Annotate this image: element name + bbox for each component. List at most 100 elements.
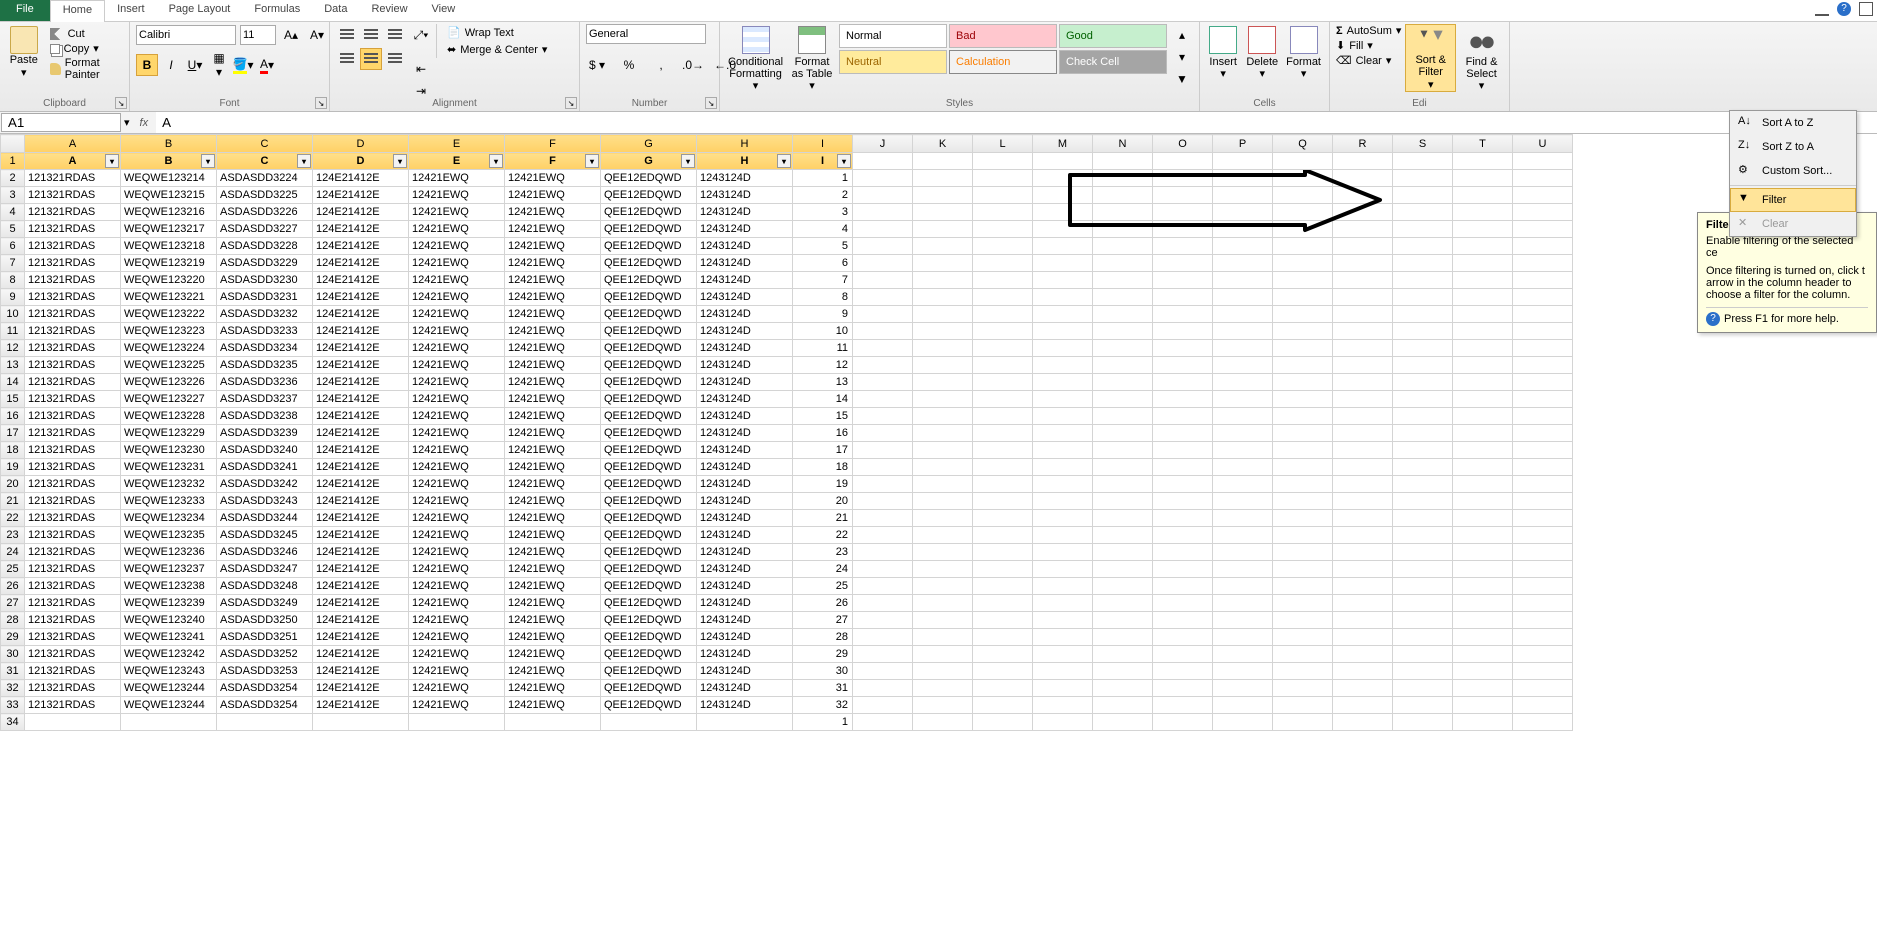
cell[interactable]: 30 (793, 663, 853, 680)
cell[interactable] (1153, 204, 1213, 221)
style-check-cell[interactable]: Check Cell (1059, 50, 1167, 74)
cell[interactable] (1093, 374, 1153, 391)
cell[interactable] (1093, 170, 1153, 187)
increase-font-button[interactable]: A▴ (280, 24, 302, 46)
column-header-C[interactable]: C (217, 135, 313, 153)
cell[interactable]: 12421EWQ (505, 238, 601, 255)
cell[interactable] (1513, 306, 1573, 323)
cell[interactable] (1033, 476, 1093, 493)
cell[interactable] (1153, 697, 1213, 714)
cell[interactable] (1213, 595, 1273, 612)
cell[interactable] (1153, 425, 1213, 442)
cell[interactable] (1093, 629, 1153, 646)
cell[interactable] (973, 340, 1033, 357)
column-header-E[interactable]: E (409, 135, 505, 153)
cell[interactable]: WEQWE123217 (121, 221, 217, 238)
cell[interactable] (913, 527, 973, 544)
cell[interactable] (1513, 476, 1573, 493)
cell[interactable]: ASDASDD3243 (217, 493, 313, 510)
cell[interactable]: WEQWE123239 (121, 595, 217, 612)
fill-button[interactable]: ⬇ Fill ▾ (1336, 39, 1401, 52)
cell[interactable] (1333, 646, 1393, 663)
cell[interactable]: 1243124D (697, 289, 793, 306)
cell[interactable] (973, 527, 1033, 544)
filter-dropdown-F[interactable]: ▾ (585, 154, 599, 168)
cell[interactable] (1213, 340, 1273, 357)
cell[interactable] (1273, 663, 1333, 680)
dropdown-clear[interactable]: ✕Clear (1730, 212, 1856, 236)
cell[interactable] (1273, 374, 1333, 391)
cell[interactable]: 124E21412E (313, 578, 409, 595)
increase-decimal-button[interactable]: .0→ (682, 54, 704, 76)
cell[interactable]: 12421EWQ (409, 595, 505, 612)
cell[interactable] (1453, 204, 1513, 221)
cell[interactable]: WEQWE123234 (121, 510, 217, 527)
cell[interactable] (1333, 153, 1393, 170)
cell[interactable]: 124E21412E (313, 595, 409, 612)
cell[interactable]: WEQWE123242 (121, 646, 217, 663)
cell[interactable]: ASDASDD3248 (217, 578, 313, 595)
cell[interactable]: 23 (793, 544, 853, 561)
cell[interactable] (1273, 306, 1333, 323)
cell[interactable]: 121321RDAS (25, 204, 121, 221)
cell[interactable] (1093, 391, 1153, 408)
cell[interactable]: WEQWE123243 (121, 663, 217, 680)
column-header-T[interactable]: T (1453, 135, 1513, 153)
cell[interactable] (1333, 221, 1393, 238)
cell[interactable] (1093, 187, 1153, 204)
cell[interactable] (1273, 272, 1333, 289)
row-header-34[interactable]: 34 (1, 714, 25, 731)
cell[interactable] (1513, 153, 1573, 170)
cell[interactable] (1033, 221, 1093, 238)
cell[interactable] (1393, 459, 1453, 476)
autosum-button[interactable]: Σ AutoSum ▾ (1336, 24, 1401, 37)
cell[interactable] (1513, 697, 1573, 714)
format-as-table-button[interactable]: Format as Table ▾ (789, 24, 835, 94)
cell[interactable] (1213, 629, 1273, 646)
cell[interactable] (1093, 510, 1153, 527)
comma-format-button[interactable]: , (650, 54, 672, 76)
cell[interactable] (1153, 527, 1213, 544)
cell[interactable]: 20 (793, 493, 853, 510)
cell[interactable]: 8 (793, 289, 853, 306)
cell[interactable] (1213, 544, 1273, 561)
cell[interactable]: WEQWE123236 (121, 544, 217, 561)
row-header-16[interactable]: 16 (1, 408, 25, 425)
cell[interactable]: WEQWE123244 (121, 680, 217, 697)
cell[interactable]: 1243124D (697, 204, 793, 221)
cell[interactable]: 1243124D (697, 255, 793, 272)
cell[interactable] (913, 476, 973, 493)
cell-styles-gallery[interactable]: Normal Bad Good Neutral Calculation Chec… (839, 24, 1167, 74)
cell[interactable]: 12421EWQ (409, 306, 505, 323)
cell[interactable]: ASDASDD3250 (217, 612, 313, 629)
cell[interactable] (1093, 272, 1153, 289)
cell[interactable] (1153, 510, 1213, 527)
cell[interactable] (1333, 476, 1393, 493)
cell[interactable]: 1243124D (697, 459, 793, 476)
cell[interactable] (1333, 697, 1393, 714)
row-header-31[interactable]: 31 (1, 663, 25, 680)
cell[interactable] (1153, 408, 1213, 425)
cell[interactable] (1153, 238, 1213, 255)
cell[interactable]: 121321RDAS (25, 510, 121, 527)
cell[interactable] (1093, 306, 1153, 323)
cell[interactable]: 121321RDAS (25, 374, 121, 391)
cell[interactable]: QEE12EDQWD (601, 391, 697, 408)
cell[interactable] (1513, 714, 1573, 731)
cell[interactable] (1213, 527, 1273, 544)
accounting-format-button[interactable]: $ ▾ (586, 54, 608, 76)
cell[interactable] (913, 204, 973, 221)
cell[interactable] (1033, 187, 1093, 204)
cell[interactable] (1453, 170, 1513, 187)
cell[interactable]: ASDASDD3232 (217, 306, 313, 323)
cell[interactable] (913, 187, 973, 204)
cell[interactable] (973, 663, 1033, 680)
cell[interactable]: 124E21412E (313, 476, 409, 493)
cell[interactable] (1393, 629, 1453, 646)
filter-dropdown-D[interactable]: ▾ (393, 154, 407, 168)
cell[interactable]: 1243124D (697, 510, 793, 527)
cell[interactable]: ASDASDD3240 (217, 442, 313, 459)
cell[interactable] (1033, 442, 1093, 459)
cell[interactable] (1213, 612, 1273, 629)
cell[interactable] (1153, 221, 1213, 238)
